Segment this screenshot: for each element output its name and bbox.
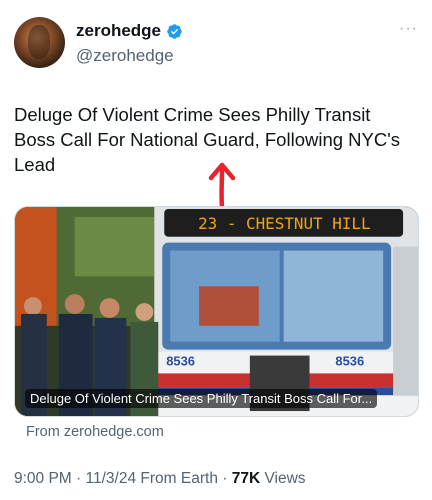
tweet-date[interactable]: 11/3/24 <box>86 470 137 487</box>
bus-number-left: 8536 <box>166 354 195 369</box>
bus-destination-sign: 23 - CHESTNUT HILL <box>198 214 370 233</box>
tweet-meta: 9:00 PM · 11/3/24 From Earth · 77K Views <box>14 470 306 488</box>
meta-separator: · <box>222 470 228 487</box>
views-count[interactable]: 77K <box>232 470 260 487</box>
card-source[interactable]: From zerohedge.com <box>26 424 164 440</box>
views-label: Views <box>264 470 306 487</box>
link-card[interactable]: 23 - CHESTNUT HILL 8536 8536 Deluge Of V… <box>14 206 419 417</box>
bus-number-right: 8536 <box>335 354 364 369</box>
handle[interactable]: @zerohedge <box>76 46 174 66</box>
card-image: 23 - CHESTNUT HILL 8536 8536 <box>15 207 418 416</box>
meta-separator: · <box>76 470 82 487</box>
tweet-time[interactable]: 9:00 PM <box>14 470 72 487</box>
avatar[interactable] <box>14 17 65 68</box>
tweet-client: From Earth <box>140 470 218 487</box>
more-options-icon[interactable]: ··· <box>399 21 418 37</box>
card-headline: Deluge Of Violent Crime Sees Philly Tran… <box>25 389 378 408</box>
red-arrow-annotation-icon <box>208 162 236 210</box>
name-row: zerohedge <box>76 21 183 41</box>
verified-badge-icon <box>167 23 182 39</box>
display-name[interactable]: zerohedge <box>76 21 161 41</box>
